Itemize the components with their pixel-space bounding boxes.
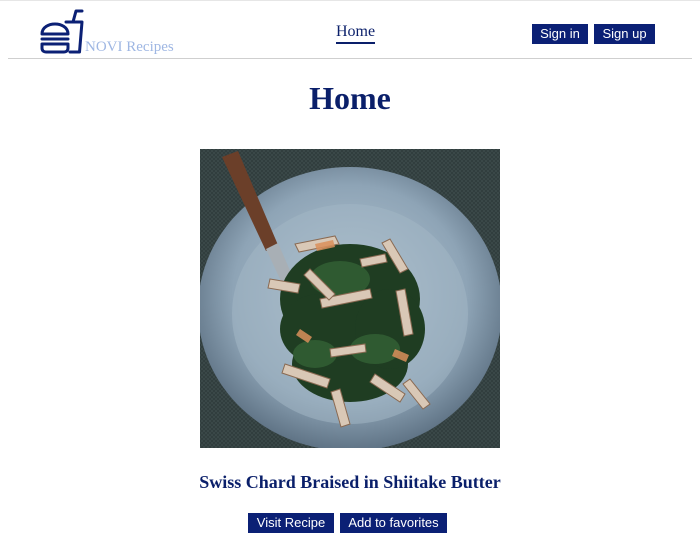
recipe-title: Swiss Chard Braised in Shiitake Butter [199,472,501,492]
page-title: Home [309,80,391,116]
site-header: NOVI Recipes Home Sign in Sign up [8,1,692,59]
recipe-image[interactable] [200,149,500,448]
visit-recipe-button[interactable]: Visit Recipe [248,513,334,533]
add-to-favorites-button[interactable]: Add to favorites [340,513,447,533]
nav-home-link[interactable]: Home [336,23,376,44]
sign-up-button[interactable]: Sign up [594,24,655,44]
sign-in-button[interactable]: Sign in [532,24,588,44]
fastfood-icon[interactable] [40,9,86,55]
brand-name[interactable]: NOVI Recipes [85,39,174,56]
